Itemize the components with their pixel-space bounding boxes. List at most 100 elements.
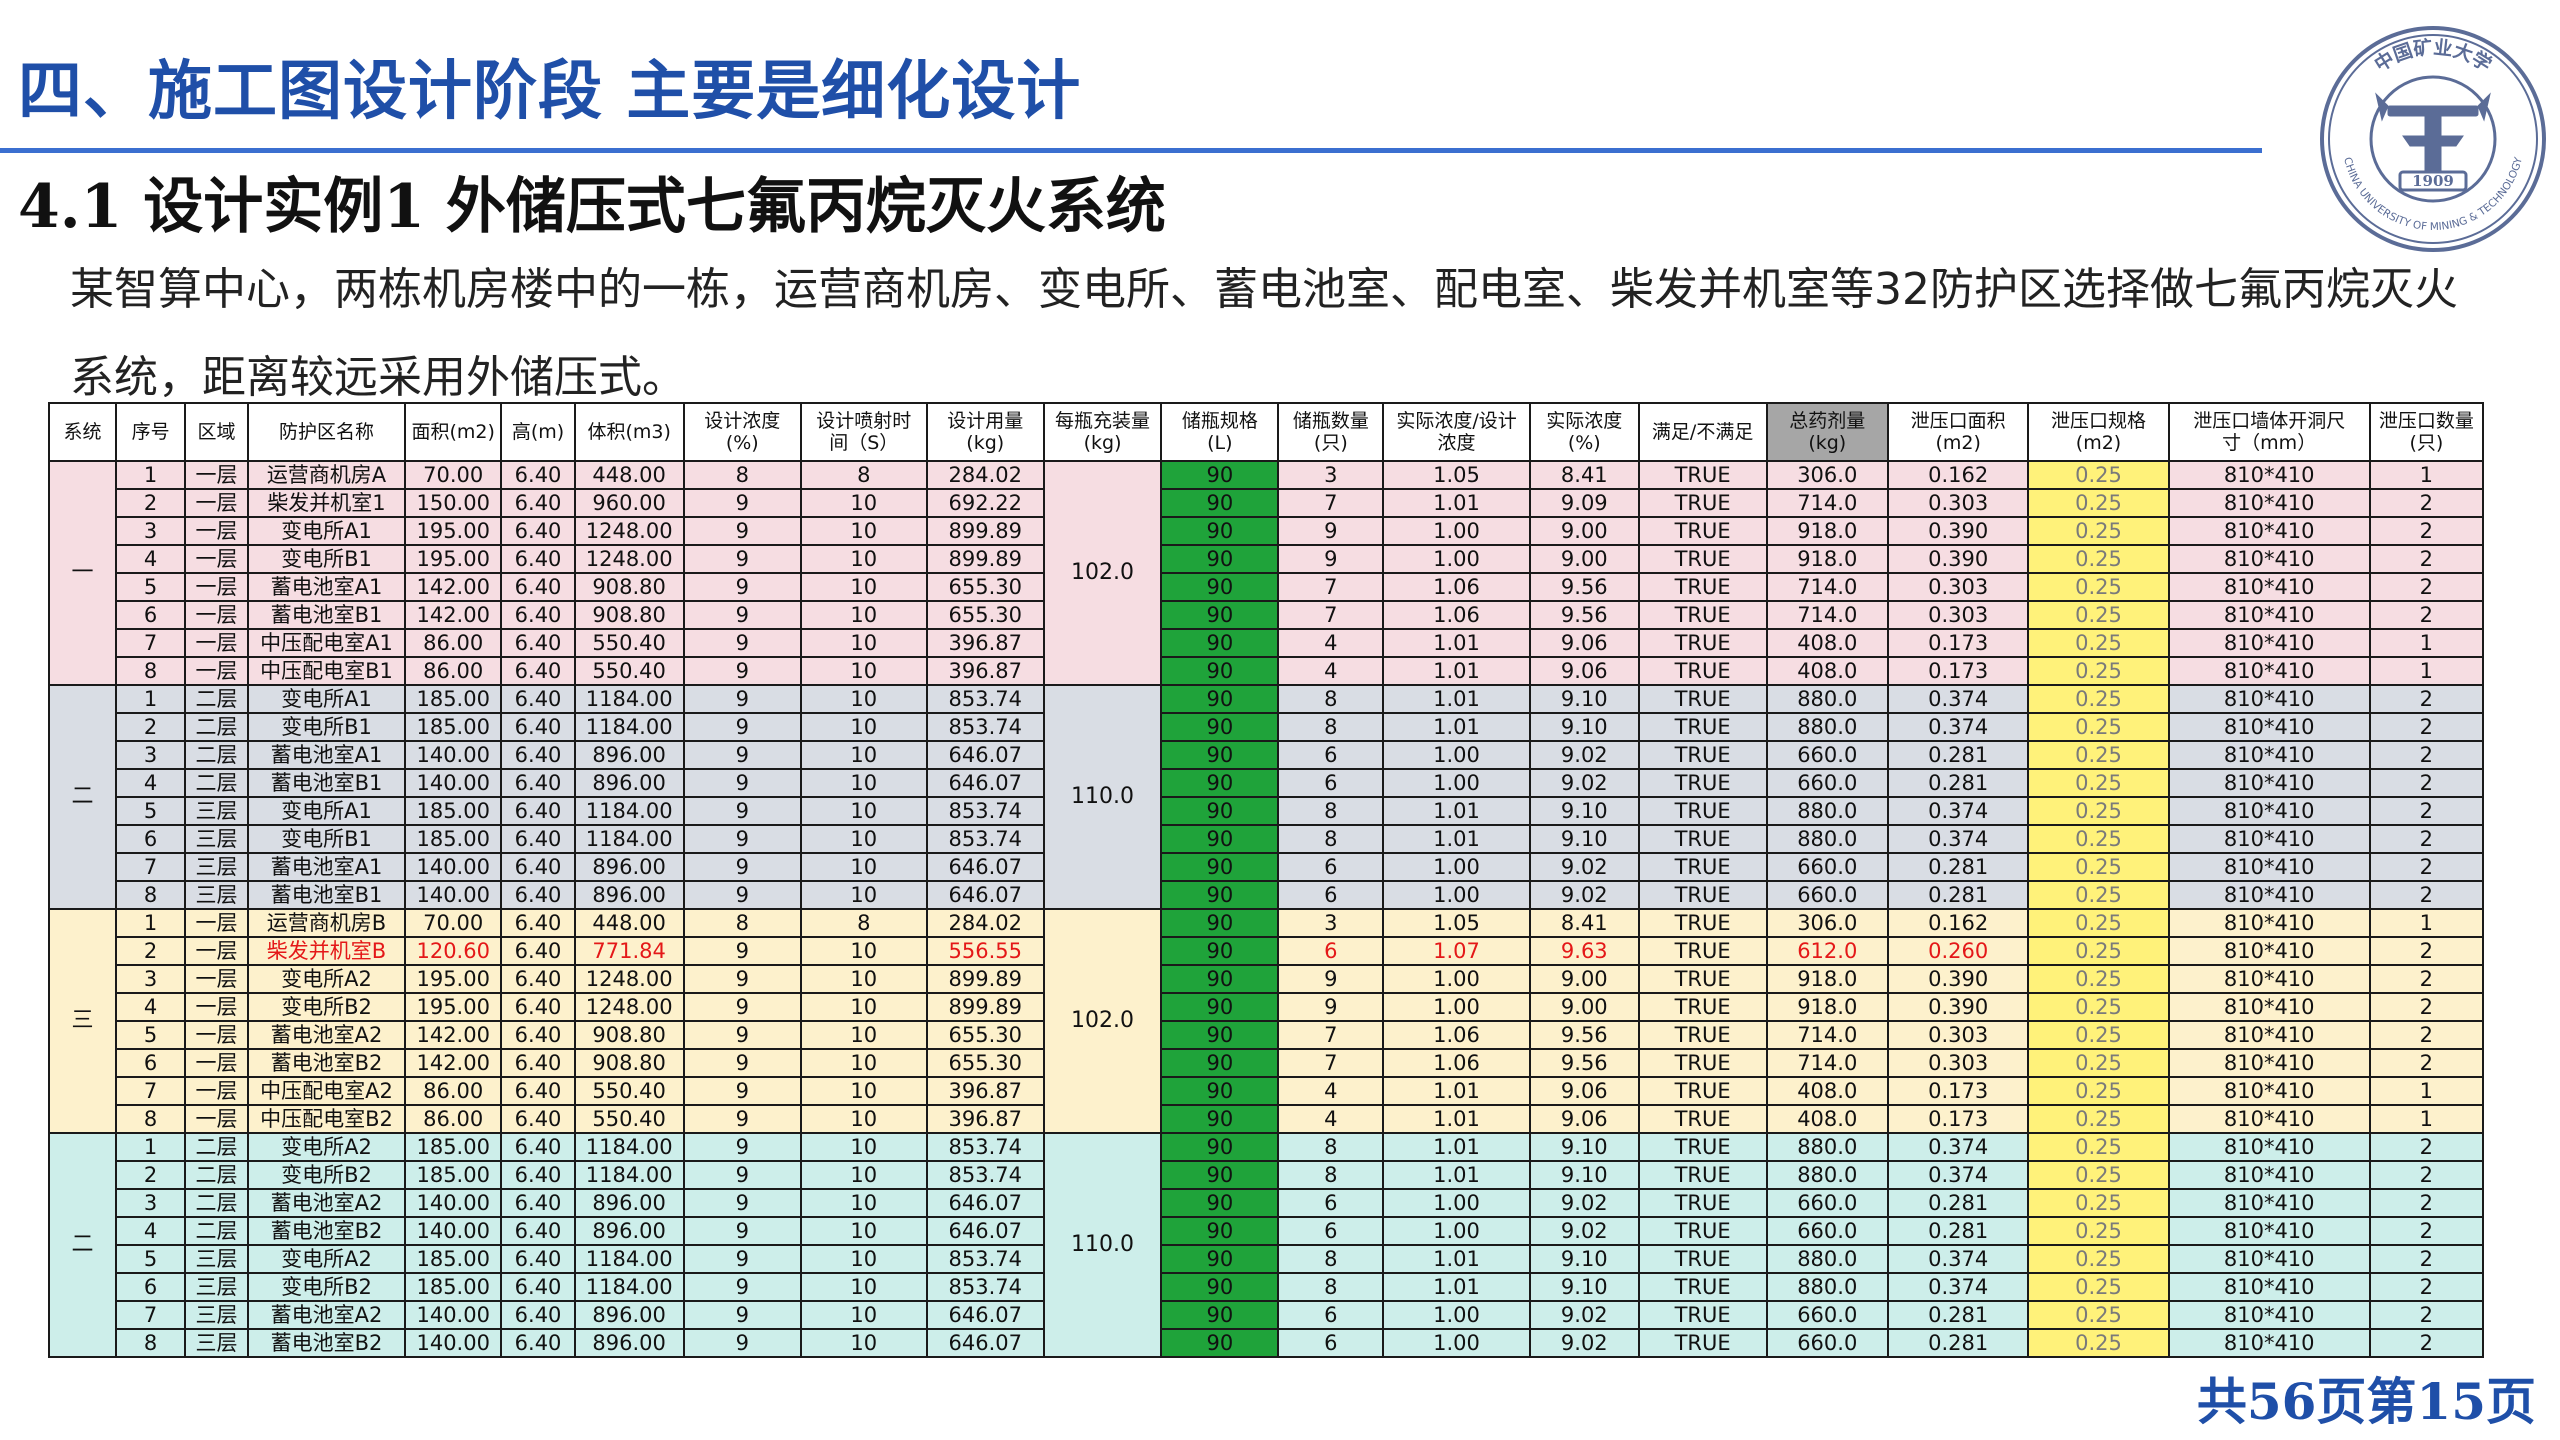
table-cell: 2 [2368,1216,2485,1246]
table-cell: TRUE [1637,1244,1768,1274]
table-cell: 9.02 [1528,768,1640,798]
table-cell: 8.41 [1528,460,1640,490]
table-row: 6 三层 变电所B1 185.00 6.40 1184.00 9 10 853.74 90 8 1.0… [49,824,2485,854]
header-cell: 序号 [115,402,187,462]
table-cell: 2 [2368,1188,2485,1218]
table-cell: 90 [1160,544,1280,574]
table-cell: 899.89 [925,964,1045,994]
table-cell: 8 [115,880,187,910]
table-cell: 9.63 [1528,936,1640,966]
table-cell: 蓄电池室B1 [246,880,407,910]
table-cell: 90 [1160,488,1280,518]
table-cell: 714.0 [1765,488,1890,518]
table-cell: 140.00 [404,1328,503,1358]
table-cell: 中压配电室B2 [246,1104,407,1134]
table-cell: 1.07 [1382,936,1531,966]
table-cell: 1.05 [1382,908,1531,938]
table-cell: 10 [799,992,928,1022]
table-cell: 660.0 [1765,880,1890,910]
table-cell: 1.00 [1382,1328,1531,1358]
header-cell: 储瓶数量 (只) [1277,402,1385,462]
table-cell: 1248.00 [573,964,685,994]
table-cell: 10 [799,600,928,630]
header-cell: 设计浓度 (%) [682,402,802,462]
table-cell: 0.25 [2027,908,2170,938]
table-cell: 1184.00 [573,684,685,714]
table-cell: 蓄电池室A2 [246,1020,407,1050]
table-cell: 2 [2368,880,2485,910]
table-cell: 0.25 [2027,1020,2170,1050]
table-cell: 771.84 [573,936,685,966]
table-cell: 6 [115,600,187,630]
header-cell: 储瓶规格 (L) [1160,402,1280,462]
table-cell: 二层 [184,1160,249,1190]
seal-year: 1909 [2412,172,2454,190]
table-cell: 646.07 [925,740,1045,770]
header-cell: 区域 [184,402,249,462]
table-cell: TRUE [1637,1160,1768,1190]
table-cell: 714.0 [1765,1048,1890,1078]
table-cell: 185.00 [404,1244,503,1274]
table-cell: 70.00 [404,908,503,938]
header-cell: 实际浓度 (%) [1528,402,1640,462]
table-cell: 1184.00 [573,1160,685,1190]
table-cell: 0.25 [2027,628,2170,658]
table-cell: 6 [1277,936,1385,966]
table-cell: 90 [1160,992,1280,1022]
table-cell: 6.40 [500,852,576,882]
table-cell: 6.40 [500,1020,576,1050]
table-cell: 0.25 [2027,1160,2170,1190]
table-cell: 550.40 [573,656,685,686]
table-cell: 810*410 [2167,936,2371,966]
table-cell: 1.00 [1382,880,1531,910]
table-cell: 7 [115,628,187,658]
table-cell: 918.0 [1765,992,1890,1022]
table-cell: 899.89 [925,544,1045,574]
table-cell: 408.0 [1765,656,1890,686]
table-cell: 1184.00 [573,796,685,826]
table-header-row: 系统 序号 区域 防护区名称 面积(m2) 高(m) 体积(m3) 设计浓度 (%) 设计喷射时… [47,402,2485,462]
table-cell: 6.40 [500,1328,576,1358]
table-cell: 0.25 [2027,1300,2170,1330]
table-cell: 9 [682,1328,802,1358]
table-cell: 6.40 [500,936,576,966]
table-row: 2 一层 柴发并机室1 150.00 6.40 960.00 9 10 692.22 90 7 1.0… [49,488,2485,518]
table-row: 8 一层 中压配电室B2 86.00 6.40 550.40 9 10 396.87 90 4 1.0… [49,1104,2485,1134]
table-cell: 810*410 [2167,600,2371,630]
table-cell: 10 [799,1272,928,1302]
table-cell: 86.00 [404,656,503,686]
header-cell: 实际浓度/设计 浓度 [1382,402,1531,462]
table-cell: 284.02 [925,460,1045,490]
table-cell: 0.390 [1886,544,2030,574]
table-cell: 9.06 [1528,1104,1640,1134]
table-cell: 7 [1277,572,1385,602]
table-cell: 8 [682,460,802,490]
table-cell: 9 [682,880,802,910]
bottle-charge-cell: 110.0 [1042,684,1163,910]
table-cell: 1.00 [1382,516,1531,546]
table-row: 7 三层 蓄电池室A2 140.00 6.40 896.00 9 10 646.07 90 6 1.0… [49,1300,2485,1330]
table-cell: 880.0 [1765,712,1890,742]
table-cell: 853.74 [925,712,1045,742]
table-cell: 660.0 [1765,1328,1890,1358]
table-cell: 二层 [184,684,249,714]
table-cell: 195.00 [404,992,503,1022]
table-cell: 556.55 [925,936,1045,966]
table-cell: 90 [1160,936,1280,966]
table-cell: 4 [115,1216,187,1246]
table-cell: 655.30 [925,572,1045,602]
table-cell: 9.02 [1528,880,1640,910]
table-cell: 6 [1277,852,1385,882]
table-cell: 655.30 [925,1048,1045,1078]
table-cell: 1.00 [1382,740,1531,770]
table-cell: 9.10 [1528,712,1640,742]
table-cell: 变电所B1 [246,544,407,574]
table-cell: 6 [1277,1328,1385,1358]
table-cell: 0.25 [2027,992,2170,1022]
table-cell: 896.00 [573,852,685,882]
table-cell: 0.281 [1886,852,2030,882]
table-cell: 810*410 [2167,1160,2371,1190]
table-cell: 2 [2368,1160,2485,1190]
table-cell: 2 [2368,544,2485,574]
table-cell: 880.0 [1765,1272,1890,1302]
